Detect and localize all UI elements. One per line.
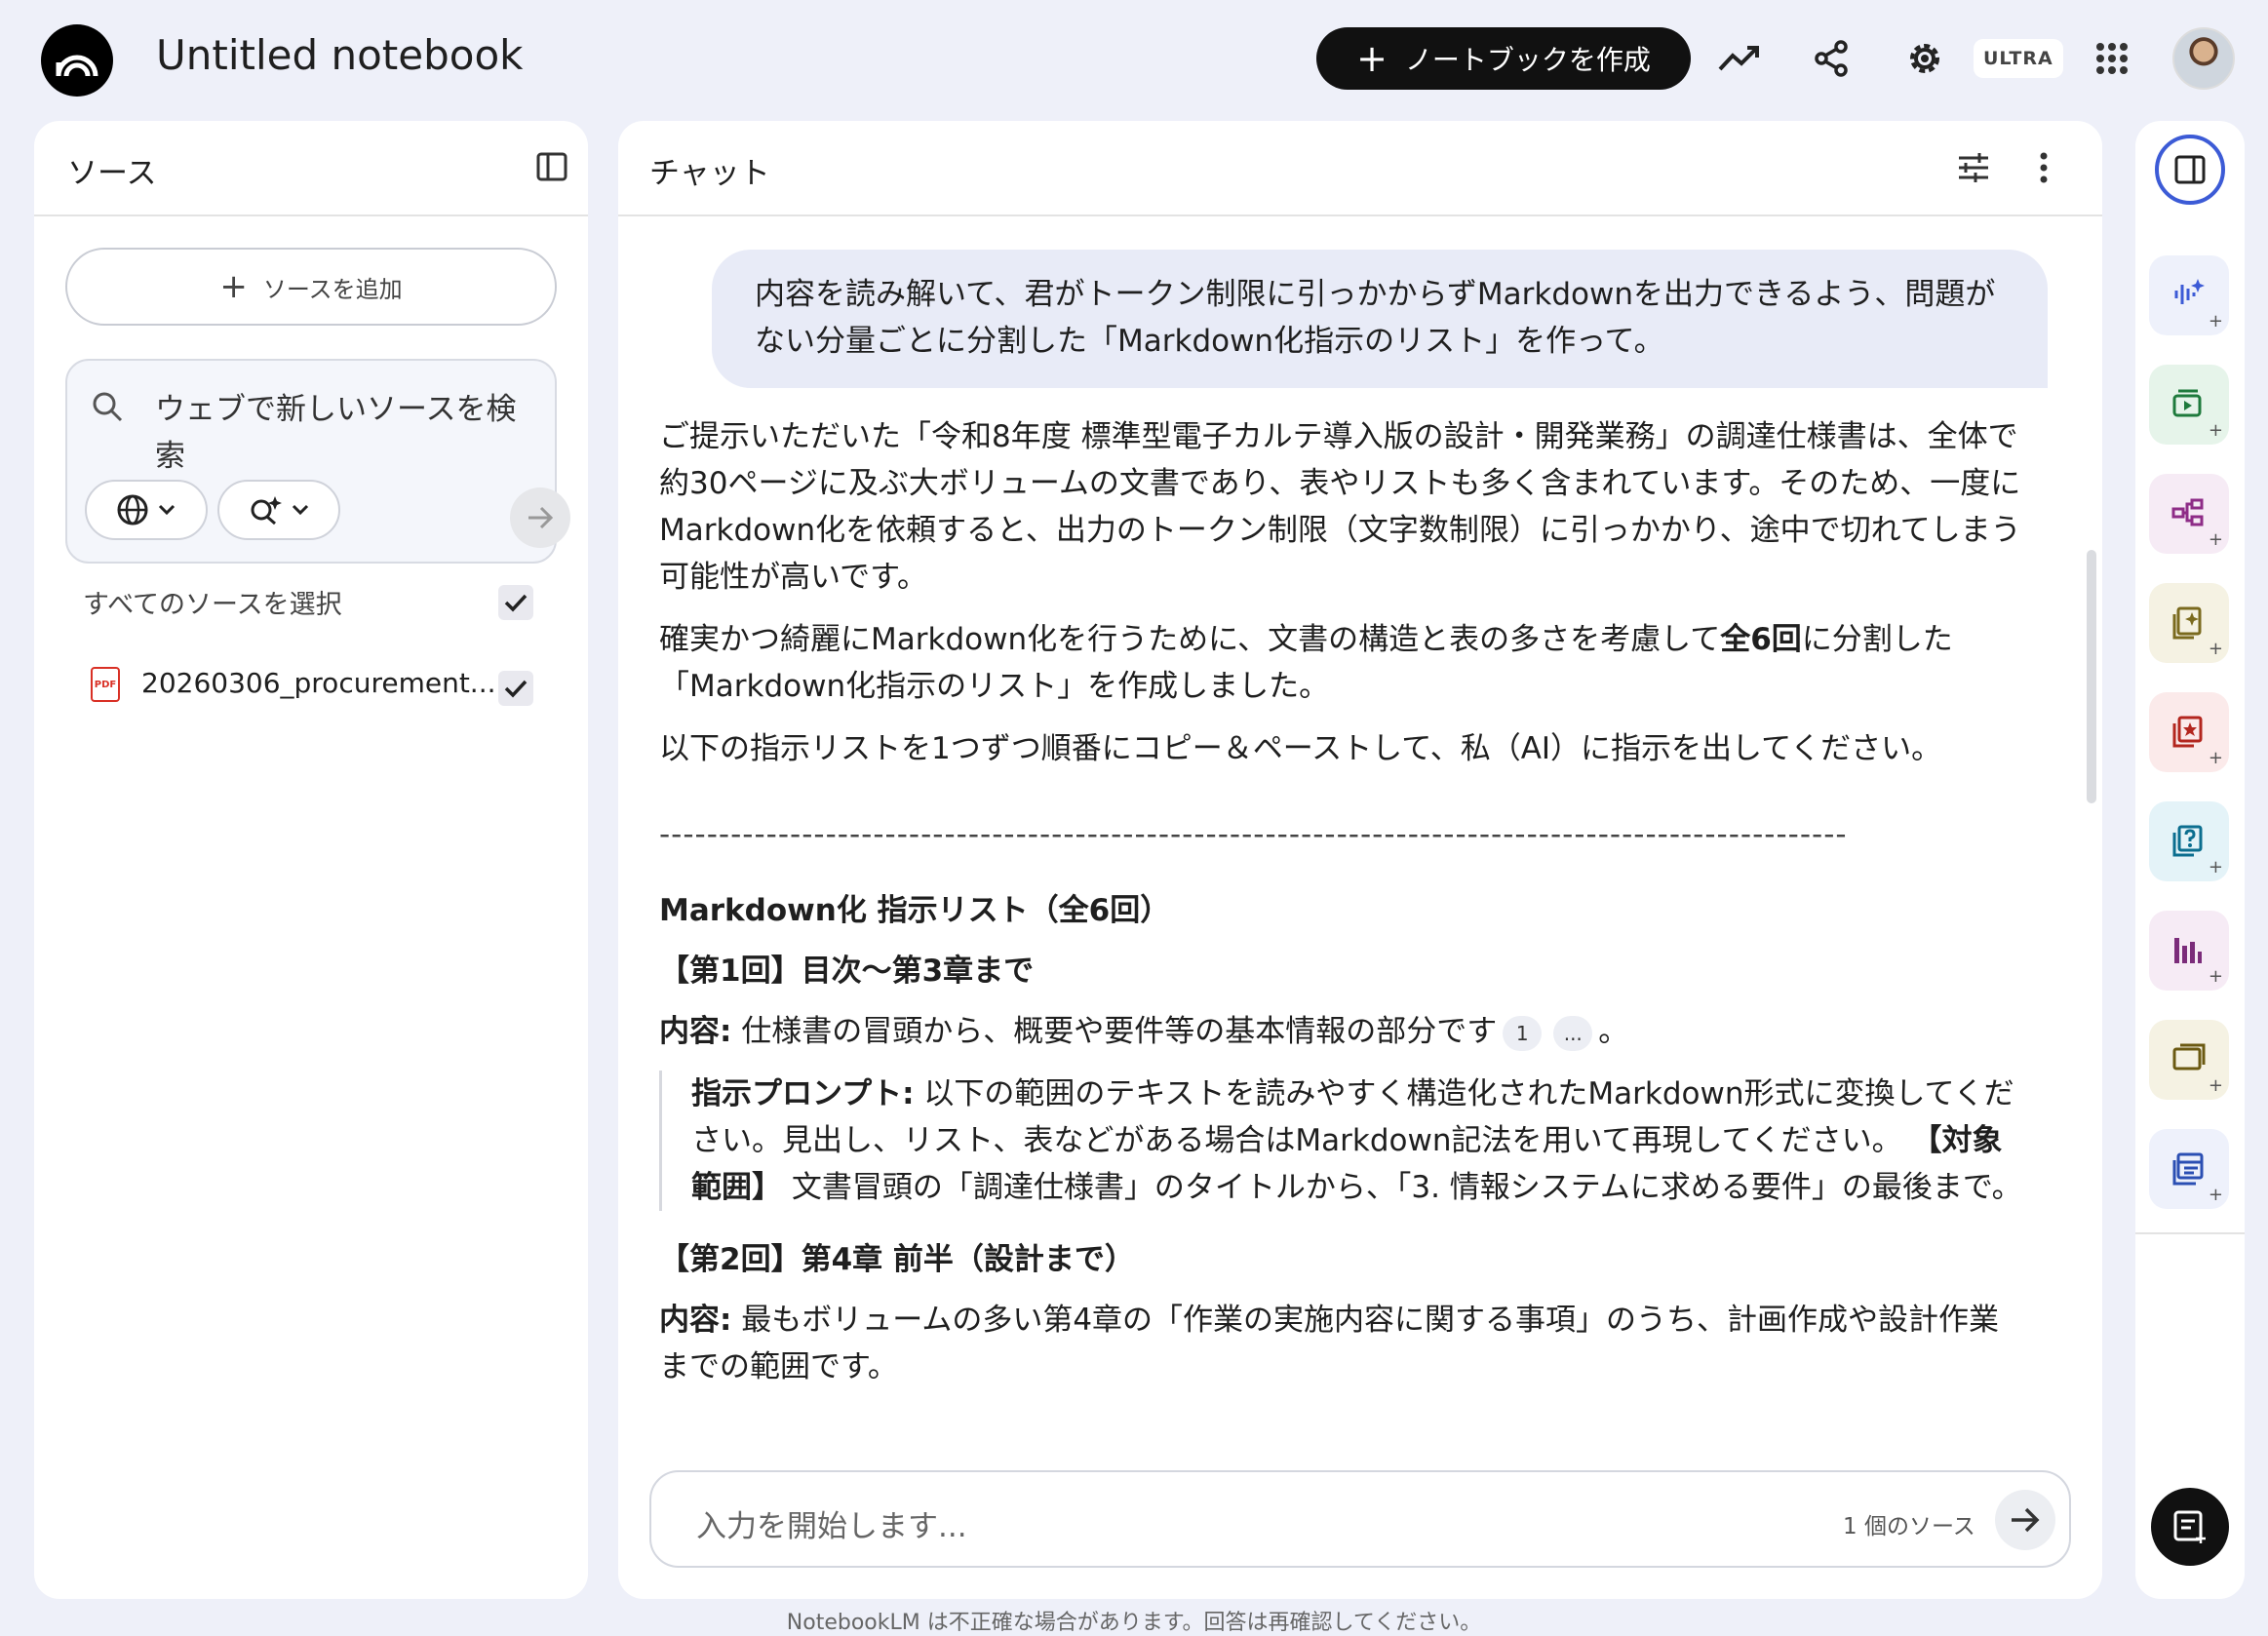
arrow-right-icon (528, 506, 554, 529)
create-notebook-button[interactable]: + ノートブックを作成 (1316, 27, 1691, 90)
notebook-title[interactable]: Untitled notebook (156, 31, 523, 79)
mind-map-icon (2171, 498, 2204, 526)
studio-rail: + + + + + + + + + (2135, 121, 2245, 1599)
reply-paragraph: 以下の指示リストを1つずつ順番にコピー＆ペーストして、私（AI）に指示を出してく… (659, 731, 1942, 766)
report-icon (2172, 606, 2202, 640)
expand-studio-icon[interactable] (2155, 135, 2225, 205)
data-table-button[interactable]: + (2149, 1129, 2229, 1209)
add-note-button[interactable] (2151, 1488, 2229, 1566)
plus-icon: + (2208, 639, 2223, 659)
select-all-checkbox[interactable] (498, 585, 533, 620)
plus-icon: + (219, 267, 248, 306)
citation-chip[interactable]: 1 (1503, 1015, 1543, 1051)
apps-grid-icon[interactable] (2083, 29, 2141, 88)
chat-panel: チャット 内容を読み解いて、君がトークン制限に引っかからずMarkdownを出力… (618, 121, 2102, 1599)
source-count: 1 個のソース (1843, 1514, 1975, 1539)
analytics-icon[interactable] (1710, 29, 1769, 88)
plus-icon: + (2208, 420, 2223, 441)
research-mode-dropdown[interactable] (217, 480, 340, 540)
create-notebook-label: ノートブックを作成 (1404, 44, 1651, 76)
arrow-right-icon (2012, 1507, 2040, 1533)
settings-gear-icon[interactable] (1896, 29, 1954, 88)
pdf-file-icon: PDF (91, 667, 120, 702)
sources-panel-header: ソース (34, 121, 588, 216)
check-icon (504, 594, 528, 612)
infographic-icon (2174, 938, 2202, 963)
collapse-panel-icon[interactable] (535, 150, 568, 187)
plus-icon: + (2208, 748, 2223, 768)
audio-overview-icon (2174, 279, 2205, 304)
audio-overview-button[interactable]: + (2149, 255, 2229, 335)
add-source-label: ソースを追加 (262, 275, 403, 303)
globe-icon (117, 494, 148, 526)
share-icon[interactable] (1802, 29, 1860, 88)
rail-divider (2135, 1232, 2245, 1234)
select-all-label: すべてのソースを選択 (83, 590, 342, 620)
prompt-blockquote: 指示プロンプト: 以下の範囲のテキストを読みやすく構造化されたMarkdown形… (659, 1071, 2024, 1211)
horizontal-rule: ----------------------------------------… (659, 817, 1848, 852)
add-source-button[interactable]: + ソースを追加 (65, 248, 557, 326)
source-item-name[interactable]: 20260306_procurement... (141, 667, 496, 699)
plus-icon: + (2208, 311, 2223, 331)
slides-button[interactable]: + (2149, 1020, 2229, 1100)
source-item-checkbox[interactable] (498, 671, 533, 706)
list-heading: Markdown化 指示リスト（全6回） (659, 893, 1171, 928)
top-bar: Untitled notebook + ノートブックを作成 ULTRA (0, 0, 2268, 117)
ultra-plan-badge: ULTRA (1974, 39, 2063, 78)
send-button[interactable] (1995, 1490, 2055, 1550)
search-icon (91, 390, 124, 427)
chat-input-box[interactable]: 入力を開始します... 1 個のソース (649, 1470, 2071, 1568)
sources-panel: ソース + ソースを追加 ウェブで新しいソースを検索 すべてのソースを選択 PD… (34, 121, 588, 1599)
quiz-icon (2172, 825, 2203, 857)
video-overview-icon (2172, 389, 2202, 417)
reply-paragraph: ご提示いただいた「令和8年度 標準型電子カルテ導入版の設計・開発業務」の調達仕様… (659, 419, 2021, 595)
section-1-content: 内容: 仕様書の冒頭から、概要や要件等の基本情報の部分です 1...。 (659, 1014, 1629, 1051)
section-2-content: 内容: 最もボリュームの多い第4章の「作業の実施内容に関する事項」のうち、計画作… (659, 1303, 2000, 1384)
sources-title: ソース (67, 156, 157, 191)
section-1-heading: 【第1回】目次〜第3章まで (659, 954, 1035, 989)
plus-icon: + (2208, 966, 2223, 987)
infographic-button[interactable]: + (2149, 911, 2229, 991)
plus-icon: + (1356, 37, 1388, 80)
disclaimer-text: NotebookLM は不正確な場合があります。回答は再確認してください。 (786, 1611, 1482, 1635)
check-icon (504, 680, 528, 698)
search-sparkle-icon (251, 496, 282, 526)
user-avatar[interactable] (2172, 27, 2235, 90)
submit-search-button[interactable] (510, 487, 570, 548)
flashcards-icon (2172, 716, 2203, 748)
note-add-icon (2173, 1510, 2206, 1543)
data-table-icon (2172, 1152, 2204, 1186)
plus-icon: + (2208, 529, 2223, 550)
flashcards-button[interactable]: + (2149, 692, 2229, 772)
notebooklm-logo-icon[interactable] (41, 24, 113, 97)
quiz-button[interactable]: + (2149, 801, 2229, 881)
plus-icon: + (2208, 857, 2223, 877)
tune-settings-icon[interactable] (1956, 150, 1991, 189)
reply-paragraph: 確実かつ綺麗にMarkdown化を行うために、文書の構造と表の多さを考慮して全6… (659, 622, 1953, 704)
chat-scrollbar[interactable] (2087, 550, 2096, 803)
chat-input-placeholder[interactable]: 入力を開始します... (696, 1501, 967, 1545)
citation-more-chip[interactable]: ... (1553, 1015, 1593, 1051)
user-message-bubble: 内容を読み解いて、君がトークン制限に引っかからずMarkdownを出力できるよう… (712, 250, 2048, 388)
slides-icon (2172, 1043, 2206, 1071)
report-button[interactable]: + (2149, 583, 2229, 663)
video-overview-button[interactable]: + (2149, 365, 2229, 445)
web-source-search[interactable]: ウェブで新しいソースを検索 (65, 359, 570, 564)
chevron-down-icon (292, 504, 309, 516)
section-2-heading: 【第2回】第4章 前半（設計まで） (659, 1242, 1135, 1277)
chat-panel-header: チャット (618, 121, 2102, 216)
search-input[interactable]: ウェブで新しいソースを検索 (155, 386, 526, 480)
mind-map-button[interactable]: + (2149, 474, 2229, 554)
more-vert-icon[interactable] (2038, 150, 2050, 189)
chat-title: チャット (649, 156, 770, 191)
plus-icon: + (2208, 1075, 2223, 1096)
plus-icon: + (2208, 1185, 2223, 1205)
chevron-down-icon (158, 504, 176, 516)
assistant-reply: ご提示いただいた「令和8年度 標準型電子カルテ導入版の設計・開発業務」の調達仕様… (659, 413, 2024, 1466)
web-source-dropdown[interactable] (85, 480, 208, 540)
